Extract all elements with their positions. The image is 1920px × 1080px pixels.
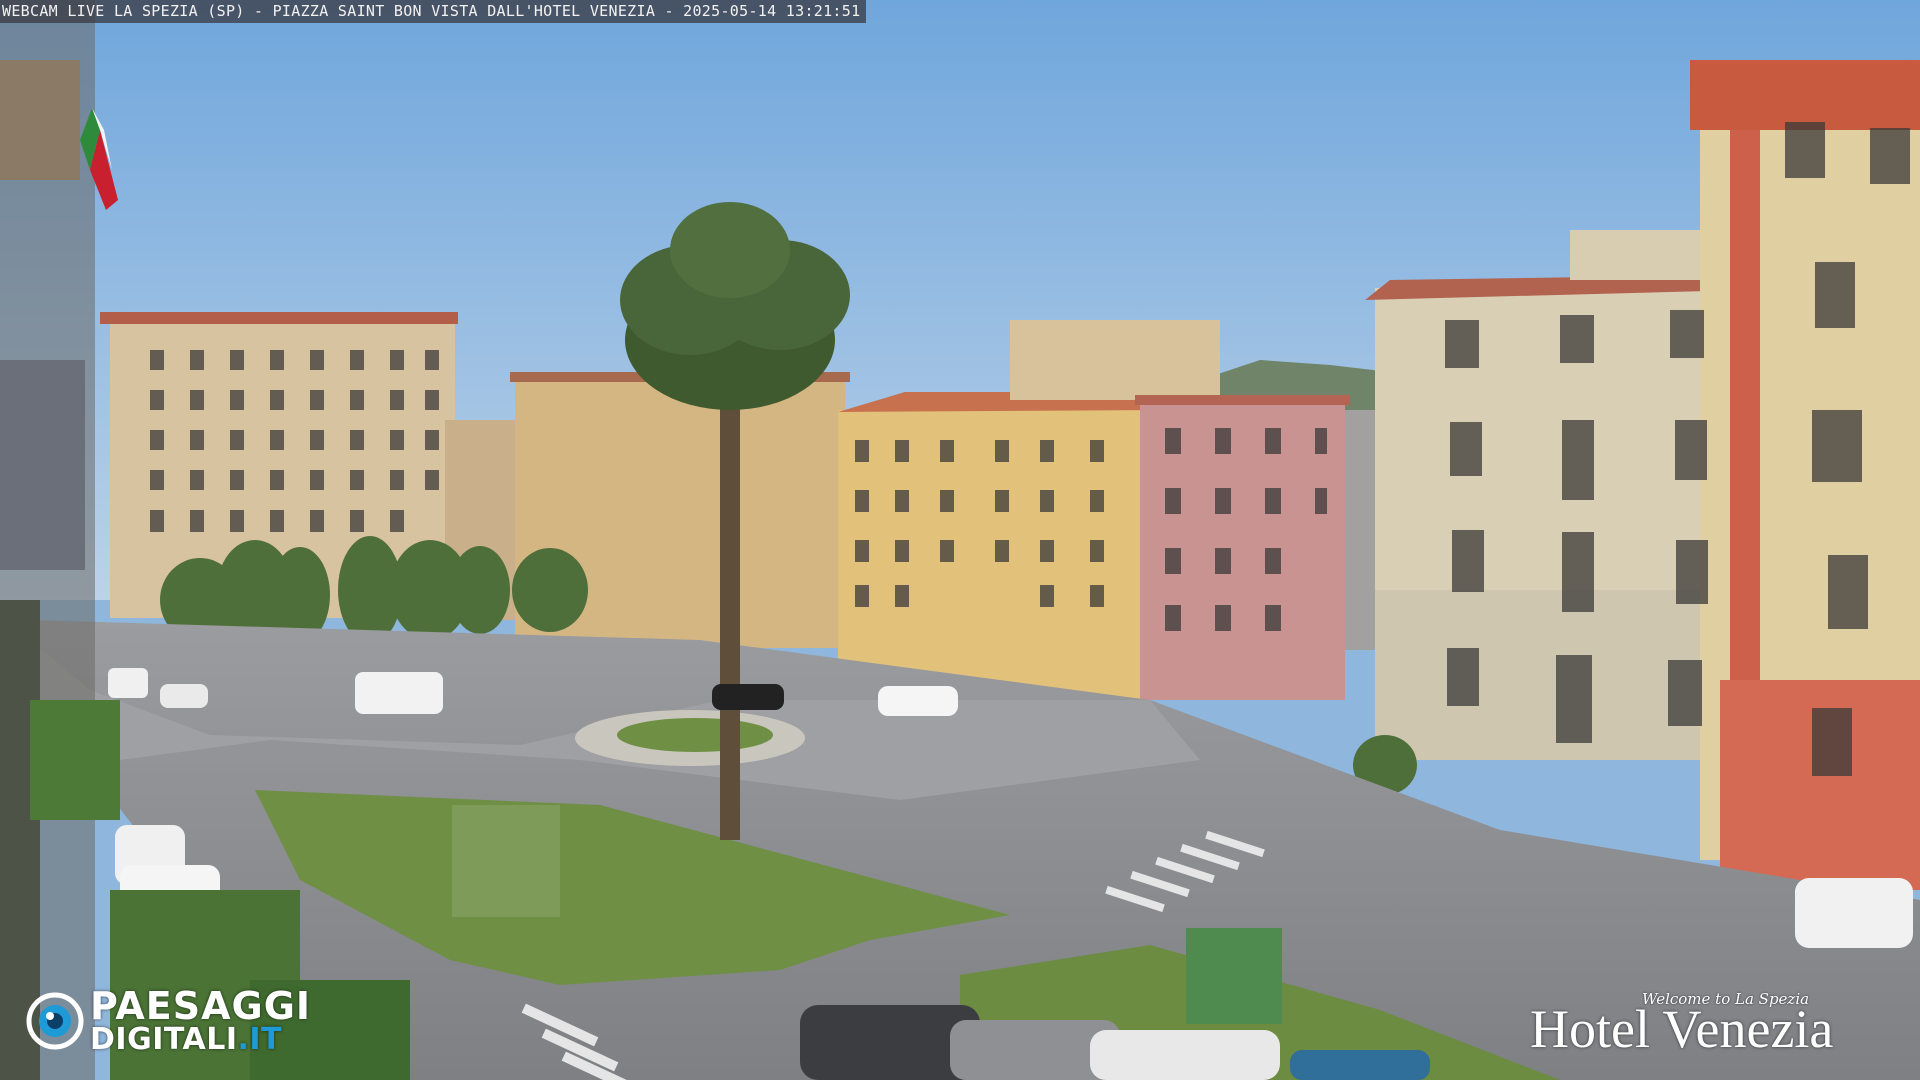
eye-icon [26, 992, 84, 1050]
green-bin-left [452, 805, 560, 917]
building-red-right [1690, 60, 1920, 890]
webcam-caption: WEBCAM LIVE LA SPEZIA (SP) - PIAZZA SAIN… [0, 0, 867, 23]
hotel-venezia-logo: Welcome to La Spezia Hotel Venezia [1530, 990, 1900, 1060]
webcam-scene [0, 0, 1920, 1080]
roundabout-grass [617, 718, 773, 752]
logo-line-2-main: DIGITALI [90, 1022, 238, 1057]
hotel-name: Hotel Venezia [1530, 999, 1834, 1059]
logo-line-2-tld: .IT [237, 1022, 283, 1057]
green-bin-right [1186, 928, 1282, 1024]
paesaggi-digitali-logo: PAESAGGI DIGITALI.IT [26, 986, 336, 1058]
logo-line-1: PAESAGGI [90, 984, 312, 1028]
webcam-frame: WEBCAM LIVE LA SPEZIA (SP) - PIAZZA SAIN… [0, 0, 1920, 1080]
building-grey-gap [1345, 410, 1380, 650]
logo-line-2: DIGITALI.IT [90, 1024, 282, 1056]
